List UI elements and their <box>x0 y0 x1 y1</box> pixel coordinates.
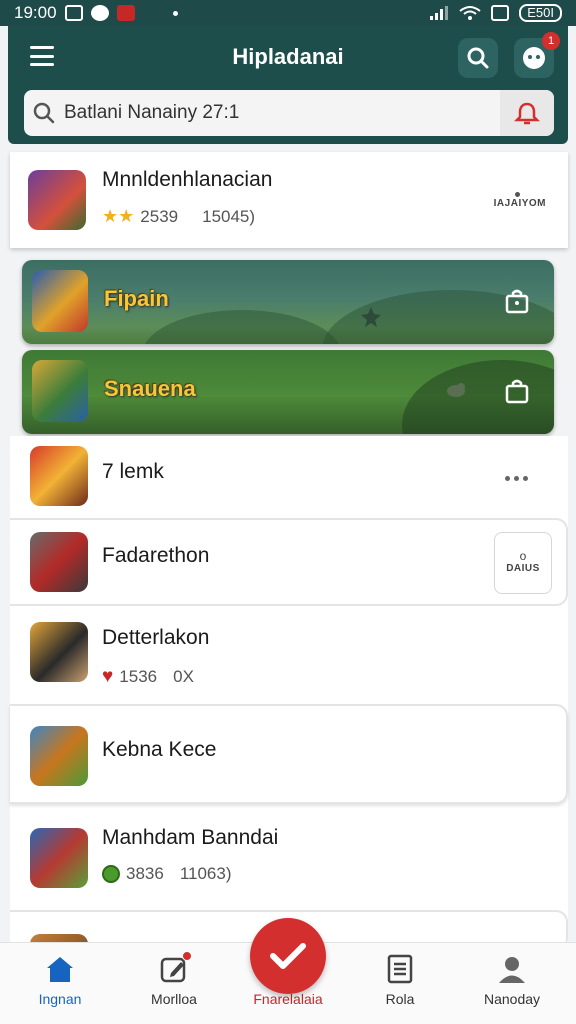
document-icon <box>387 954 413 984</box>
shopping-bag-icon[interactable] <box>504 288 530 314</box>
game-thumbnail <box>30 622 88 682</box>
nav-label: Nanoday <box>483 991 541 1007</box>
screen-icon <box>491 5 510 21</box>
game-title: Fadarethon <box>102 544 210 567</box>
battery-indicator: E50I <box>519 4 562 22</box>
alert-button[interactable] <box>500 90 554 136</box>
list-item[interactable]: 7 lemk <box>10 440 568 518</box>
shopping-bag-icon[interactable] <box>504 378 530 404</box>
search-bar[interactable] <box>24 90 554 136</box>
star-icon: ★★ <box>102 206 135 226</box>
game-title: Detterlakon <box>102 626 210 649</box>
more-notifications-icon <box>172 10 178 16</box>
nav-label: Ingnan <box>38 991 82 1007</box>
stat-value: 11063) <box>179 864 232 883</box>
nav-badge <box>182 951 192 961</box>
nav-label: Rola <box>385 991 415 1007</box>
home-icon <box>47 957 73 982</box>
banner-title: Fipain <box>104 286 169 311</box>
search-icon <box>33 102 55 124</box>
game-meta: ♥ 1536 0X <box>102 666 194 688</box>
status-bar: 19:00 E50I <box>0 0 576 26</box>
nav-profile[interactable]: Nanoday <box>462 953 562 1007</box>
game-title: 7 lemk <box>102 460 164 483</box>
banner-thumbnail <box>32 360 88 422</box>
gamepad-icon <box>523 47 545 69</box>
sparkle-icon <box>361 307 381 327</box>
notifications-button[interactable]: 1 <box>514 32 560 78</box>
side-label[interactable]: IAJAIYOM <box>494 198 546 209</box>
banner-title: Snauena <box>104 376 196 401</box>
notification-badge: 1 <box>542 32 560 50</box>
clock: 19:00 <box>14 3 57 22</box>
profile-icon <box>499 957 525 983</box>
banner-thumbnail <box>32 270 88 332</box>
download-button[interactable]: o DAIUS <box>494 532 552 594</box>
game-title: Kebna Kece <box>102 738 217 761</box>
wifi-icon <box>459 6 481 20</box>
download-count: 15045) <box>202 206 256 226</box>
game-thumbnail <box>30 828 88 888</box>
nav-label: Morlloa <box>151 991 197 1007</box>
promo-banner[interactable]: Fipain <box>22 260 554 344</box>
game-thumbnail <box>30 726 88 786</box>
game-title: Manhdam Banndai <box>102 826 279 849</box>
notification-icon <box>64 5 83 21</box>
nav-posts[interactable]: Rola <box>350 953 450 1007</box>
promo-banner[interactable]: Snauena <box>22 350 554 434</box>
dot-icon <box>515 192 520 197</box>
game-meta: ★★ 2539 15045) <box>102 206 255 227</box>
stat-value: 1536 <box>119 667 158 686</box>
list-item[interactable]: Kebna Kece <box>10 704 568 804</box>
stat-value: 3836 <box>126 864 164 883</box>
app-header: Hipladanai 1 <box>8 26 568 144</box>
game-thumbnail <box>30 532 88 592</box>
game-thumbnail <box>28 170 86 230</box>
list-item[interactable]: Detterlakon ♥ 1536 0X <box>10 610 568 702</box>
bird-icon <box>447 383 465 397</box>
search-input[interactable] <box>64 102 484 124</box>
list-item[interactable]: Fadarethon o DAIUS <box>10 518 568 606</box>
stat-value: 0X <box>173 667 194 686</box>
list-item[interactable]: Manhdam Banndai 3836 11063) <box>10 812 568 908</box>
nav-home[interactable]: Ingnan <box>10 953 110 1007</box>
signal-icon <box>430 6 449 20</box>
mail-icon <box>116 5 135 21</box>
game-meta: 3836 11063) <box>102 864 232 884</box>
search-button[interactable] <box>458 38 498 78</box>
game-thumbnail <box>30 446 88 506</box>
more-options-icon[interactable] <box>505 476 528 481</box>
featured-game-row[interactable]: Mnnldenhlanacian ★★ 2539 15045) IAJAIYOM <box>10 152 568 248</box>
heart-icon: ♥ <box>102 666 114 687</box>
rating-value: 2539 <box>140 206 179 226</box>
coin-icon <box>102 865 120 883</box>
favorites-fab-button[interactable] <box>250 918 326 994</box>
nav-mods[interactable]: Morlloa <box>124 951 224 1007</box>
search-icon <box>467 47 489 69</box>
check-icon <box>270 943 306 969</box>
app-notification-icon <box>90 5 109 21</box>
alert-icon <box>514 102 540 125</box>
game-title: Mnnldenhlanacian <box>102 168 273 191</box>
